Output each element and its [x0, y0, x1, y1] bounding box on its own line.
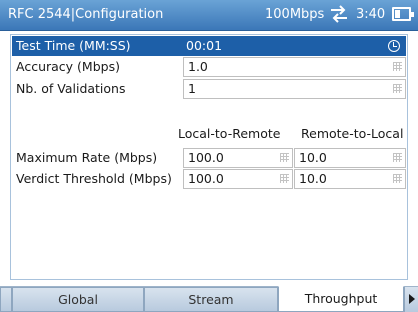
- keypad-icon[interactable]: [393, 62, 402, 71]
- clock-icon[interactable]: [388, 40, 400, 52]
- max-rate-label: Maximum Rate (Mbps): [16, 150, 158, 165]
- column-header-remote: Remote-to-Local: [301, 126, 404, 141]
- max-rate-remote-value: 10.0: [299, 150, 327, 165]
- test-time-row[interactable]: Test Time (MM:SS) 00:01: [12, 36, 406, 56]
- verdict-threshold-label: Verdict Threshold (Mbps): [16, 171, 172, 186]
- accuracy-value: 1.0: [188, 59, 208, 74]
- keypad-icon[interactable]: [280, 153, 289, 162]
- tab-previous-partial[interactable]: [0, 287, 12, 312]
- validations-field[interactable]: 1: [183, 79, 406, 99]
- accuracy-label: Accuracy (Mbps): [16, 59, 120, 74]
- verdict-remote-value: 10.0: [299, 171, 327, 186]
- link-arrows-icon: [329, 5, 349, 27]
- column-header-local: Local-to-Remote: [178, 126, 281, 141]
- keypad-icon[interactable]: [393, 174, 402, 183]
- keypad-icon[interactable]: [280, 174, 289, 183]
- validations-value: 1: [188, 81, 196, 96]
- max-rate-local-field[interactable]: 100.0: [183, 148, 293, 168]
- validations-label: Nb. of Validations: [16, 81, 126, 96]
- link-speed: 100Mbps: [265, 7, 325, 22]
- test-time-value: 00:01: [186, 38, 223, 53]
- tab-scroll-right-icon[interactable]: [404, 287, 418, 312]
- verdict-local-value: 100.0: [188, 171, 224, 186]
- clock-time: 3:40: [356, 7, 386, 22]
- tab-throughput[interactable]: Throughput: [278, 286, 404, 312]
- battery-icon: [392, 7, 414, 21]
- max-rate-remote-field[interactable]: 10.0: [294, 148, 406, 168]
- title-bar: RFC 2544|Configuration 100Mbps 3:40: [0, 0, 418, 31]
- tab-global[interactable]: Global: [12, 287, 144, 312]
- tab-bar: Global Stream Throughput: [0, 286, 418, 312]
- window-title: RFC 2544|Configuration: [8, 7, 164, 22]
- accuracy-field[interactable]: 1.0: [183, 57, 406, 77]
- tab-stream[interactable]: Stream: [144, 287, 278, 312]
- keypad-icon[interactable]: [393, 153, 402, 162]
- test-time-label: Test Time (MM:SS): [16, 38, 131, 53]
- max-rate-local-value: 100.0: [188, 150, 224, 165]
- verdict-remote-field[interactable]: 10.0: [294, 169, 406, 189]
- keypad-icon[interactable]: [393, 84, 402, 93]
- verdict-local-field[interactable]: 100.0: [183, 169, 293, 189]
